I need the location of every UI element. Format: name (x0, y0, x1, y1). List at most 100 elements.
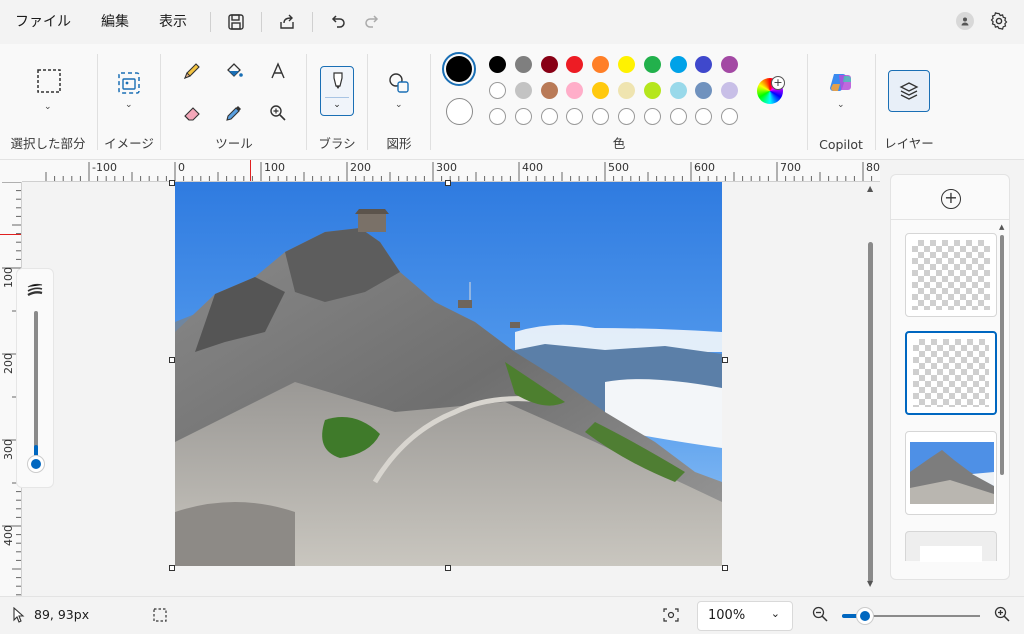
secondary-color[interactable] (446, 98, 473, 125)
text-icon[interactable] (263, 56, 293, 86)
ruler-label: 400 (2, 525, 15, 546)
layer-thumbnail-background[interactable] (905, 431, 997, 515)
scrollbar-thumb[interactable] (1000, 235, 1004, 475)
zoom-in-icon[interactable] (993, 605, 1011, 627)
share-icon[interactable] (270, 5, 304, 39)
custom-color-slot[interactable] (514, 108, 532, 125)
primary-color[interactable] (442, 52, 476, 86)
ruler-label: 300 (2, 439, 15, 460)
color-swatch[interactable] (540, 56, 558, 73)
chevron-down-icon[interactable]: ⌄ (837, 100, 845, 110)
ruler-label: 100 (264, 161, 285, 174)
resize-handle[interactable] (169, 565, 175, 571)
resize-handle[interactable] (445, 180, 451, 186)
chevron-down-icon[interactable]: ⌄ (44, 102, 52, 112)
save-icon[interactable] (219, 5, 253, 39)
fill-bucket-icon[interactable] (219, 56, 249, 86)
copilot-group: ⌄ Copilot (808, 44, 874, 160)
undo-icon[interactable] (321, 5, 355, 39)
eraser-icon[interactable] (177, 98, 207, 128)
ruler-horizontal: -100 0 100 200 300 400 500 600 700 800 (22, 160, 880, 182)
color-swatch[interactable] (566, 56, 584, 73)
color-swatch[interactable] (514, 82, 532, 99)
edit-colors-icon[interactable]: + (757, 76, 785, 106)
resize-handle[interactable] (445, 565, 451, 571)
scroll-up-icon[interactable]: ▲ (867, 184, 873, 193)
color-swatch[interactable] (669, 82, 687, 99)
color-picker-icon[interactable] (219, 98, 249, 128)
brush-button[interactable]: ⌄ (320, 66, 354, 116)
layer-thumbnail[interactable] (905, 233, 997, 317)
zoom-out-icon[interactable] (811, 605, 829, 627)
scrollbar-thumb[interactable] (868, 242, 873, 582)
color-swatch[interactable] (489, 56, 506, 73)
custom-color-slot[interactable] (489, 108, 506, 125)
menu-file[interactable]: ファイル (0, 0, 86, 44)
fit-to-window-icon[interactable] (662, 607, 680, 627)
custom-color-slot[interactable] (592, 108, 610, 125)
resize-handle[interactable] (722, 565, 728, 571)
layer-thumbnail-partial[interactable] (905, 531, 997, 562)
copilot-icon[interactable] (826, 68, 856, 98)
canvas-image[interactable] (175, 182, 722, 566)
magnifier-icon[interactable] (263, 98, 293, 128)
resize-handle[interactable] (169, 180, 175, 186)
scroll-down-icon[interactable]: ▼ (867, 579, 873, 588)
gear-icon[interactable] (984, 6, 1014, 36)
scroll-up-icon[interactable]: ▲ (999, 223, 1005, 231)
chevron-down-icon[interactable]: ⌄ (325, 97, 349, 111)
color-swatch[interactable] (618, 82, 635, 99)
image-resize-icon[interactable] (114, 68, 144, 98)
custom-color-slot[interactable] (721, 108, 739, 125)
color-swatch[interactable] (695, 56, 713, 73)
brush-size-slider[interactable] (16, 268, 54, 488)
color-swatch[interactable] (669, 56, 687, 73)
account-icon[interactable] (956, 12, 974, 30)
brush-size-icon (27, 283, 43, 301)
rectangle-select-icon[interactable] (34, 66, 64, 96)
ruler-label: 100 (2, 267, 15, 288)
custom-color-slot[interactable] (618, 108, 635, 125)
color-swatch[interactable] (540, 82, 558, 99)
zoom-slider[interactable] (842, 607, 980, 625)
pencil-icon[interactable] (177, 56, 207, 86)
shapes-icon[interactable] (384, 68, 414, 98)
color-swatch[interactable] (618, 56, 635, 73)
color-swatch[interactable] (721, 82, 739, 99)
custom-color-slot[interactable] (643, 108, 661, 125)
chevron-down-icon[interactable]: ⌄ (125, 100, 133, 110)
canvas-area: -100 0 100 200 300 400 500 600 700 800 100 200 300 4… (0, 160, 880, 596)
color-swatch[interactable] (643, 82, 661, 99)
color-swatch[interactable] (489, 82, 506, 99)
zoom-slider-thumb[interactable] (856, 607, 874, 625)
canvas-scrollbar[interactable]: ▲ ▼ (864, 182, 878, 592)
layers-scrollbar[interactable]: ▲ (999, 223, 1005, 563)
color-swatch[interactable] (721, 56, 739, 73)
custom-color-slot[interactable] (695, 108, 713, 125)
chevron-down-icon[interactable]: ⌄ (395, 100, 403, 110)
custom-color-slot[interactable] (566, 108, 584, 125)
resize-handle[interactable] (722, 357, 728, 363)
add-layer-icon[interactable]: + (941, 189, 961, 209)
custom-color-slot[interactable] (669, 108, 687, 125)
menu-view[interactable]: 表示 (144, 0, 202, 44)
color-swatch[interactable] (592, 82, 610, 99)
slider-thumb[interactable] (27, 455, 45, 473)
color-swatch[interactable] (592, 56, 610, 73)
layer-thumbnail-selected[interactable] (905, 331, 997, 415)
ruler-cursor-marker (0, 234, 21, 235)
custom-color-slot[interactable] (540, 108, 558, 125)
color-swatch[interactable] (695, 82, 713, 99)
primary-color-swatch (446, 56, 472, 82)
zoom-dropdown[interactable]: 100% ⌄ (697, 601, 793, 631)
redo-icon[interactable] (355, 5, 389, 39)
menu-edit[interactable]: 編集 (86, 0, 144, 44)
ruler-label: -100 (92, 161, 117, 174)
selection-group: ⌄ 選択した部分 (0, 44, 96, 160)
color-swatch[interactable] (643, 56, 661, 73)
resize-handle[interactable] (169, 357, 175, 363)
layers-button[interactable] (888, 70, 930, 112)
shapes-group: ⌄ 図形 (368, 44, 430, 160)
color-swatch[interactable] (514, 56, 532, 73)
color-swatch[interactable] (566, 82, 584, 99)
